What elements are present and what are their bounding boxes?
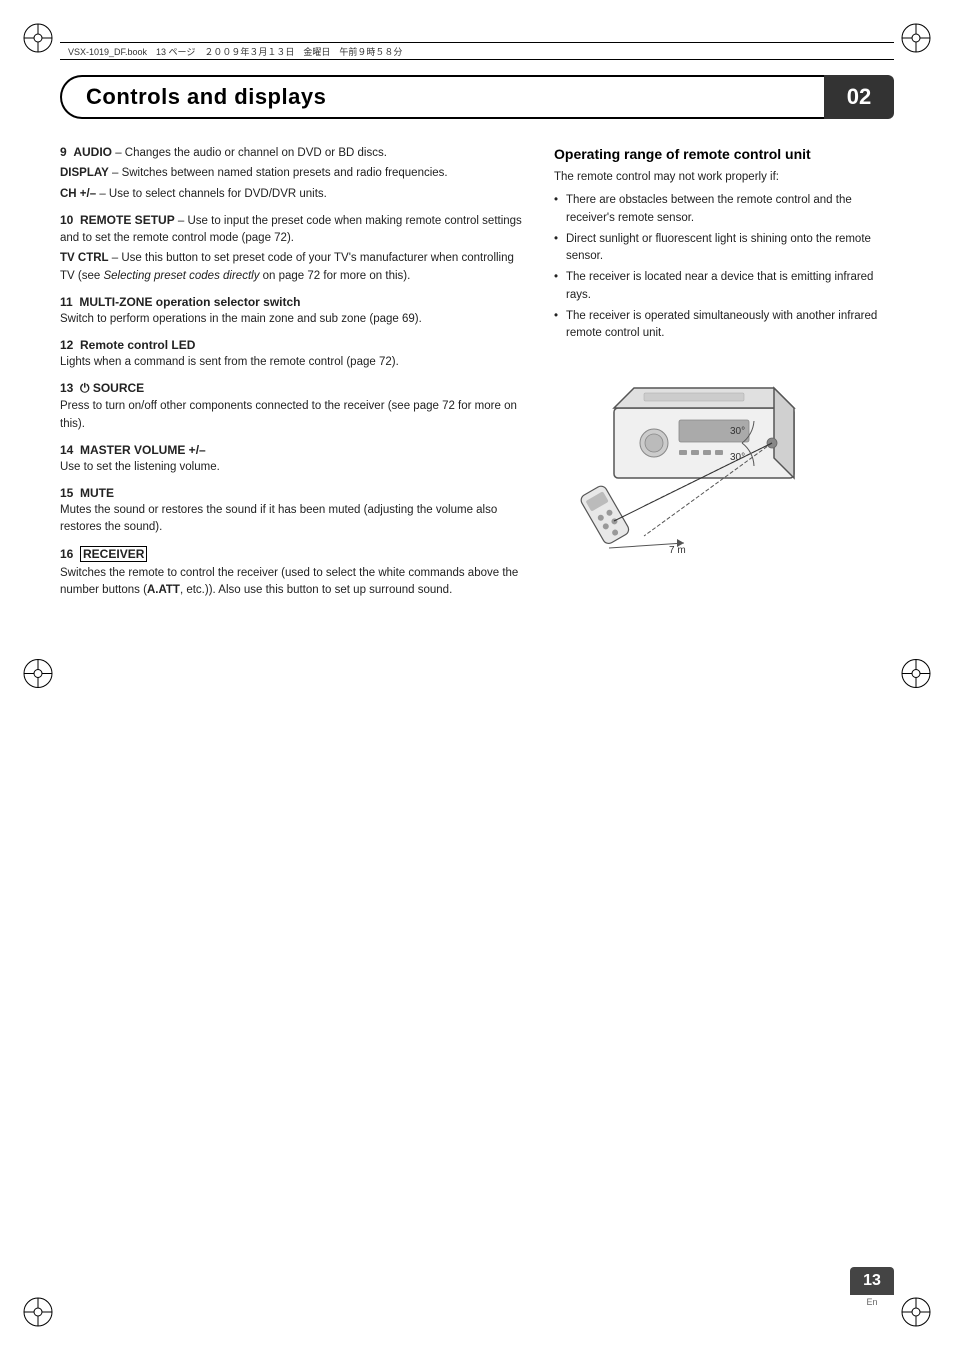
chapter-title: Controls and displays bbox=[86, 84, 326, 110]
item-15-desc: Mutes the sound or restores the sound if… bbox=[60, 502, 530, 537]
item-11-number: 11 bbox=[60, 295, 79, 309]
item-16-label: RECEIVER bbox=[80, 546, 147, 562]
item-10-number: 10 bbox=[60, 213, 80, 227]
item-13-header: 13 ⏻ SOURCE bbox=[60, 381, 530, 396]
item-10-tvctrl-label: TV CTRL bbox=[60, 252, 109, 264]
bullet-1: There are obstacles between the remote c… bbox=[554, 192, 894, 227]
item-16: 16 RECEIVER Switches the remote to contr… bbox=[60, 547, 530, 600]
file-info-bar: VSX-1019_DF.book 13 ページ ２００９年３月１３日 金曜日 午… bbox=[60, 42, 894, 60]
item-11-desc: Switch to perform operations in the main… bbox=[60, 311, 530, 328]
item-13-number: 13 bbox=[60, 381, 80, 395]
item-9-ch: CH +/– – Use to select channels for DVD/… bbox=[60, 186, 530, 203]
chapter-number: 02 bbox=[824, 75, 894, 119]
chapter-header: Controls and displays 02 bbox=[60, 75, 894, 119]
item-16-desc: Switches the remote to control the recei… bbox=[60, 565, 530, 600]
item-11-label: MULTI-ZONE operation selector switch bbox=[79, 295, 300, 309]
left-column: 9 AUDIO – Changes the audio or channel o… bbox=[60, 135, 530, 1250]
item-11: 11 MULTI-ZONE operation selector switch … bbox=[60, 295, 530, 328]
remote-diagram-svg: 30° 30° 7 m bbox=[554, 358, 854, 578]
item-14: 14 MASTER VOLUME +/– Use to set the list… bbox=[60, 443, 530, 476]
item-12-number: 12 bbox=[60, 338, 80, 352]
item-12: 12 Remote control LED Lights when a comm… bbox=[60, 338, 530, 371]
item-10: 10 REMOTE SETUP – Use to input the prese… bbox=[60, 213, 530, 285]
remote-shape bbox=[579, 484, 631, 546]
item-9-header: 9 AUDIO – Changes the audio or channel o… bbox=[60, 145, 530, 162]
item-9-display-label: DISPLAY bbox=[60, 167, 109, 179]
corner-mark-mr bbox=[896, 654, 936, 697]
file-info-text: VSX-1019_DF.book 13 ページ ２００９年３月１３日 金曜日 午… bbox=[68, 45, 402, 58]
item-11-header: 11 MULTI-ZONE operation selector switch bbox=[60, 295, 530, 309]
item-16-bold: A.ATT bbox=[147, 584, 180, 596]
item-14-desc: Use to set the listening volume. bbox=[60, 459, 530, 476]
section-intro: The remote control may not work properly… bbox=[554, 169, 894, 186]
item-15-label: MUTE bbox=[80, 486, 114, 500]
item-9-display: DISPLAY – Switches between named station… bbox=[60, 165, 530, 182]
item-14-label: MASTER VOLUME +/– bbox=[80, 443, 206, 457]
item-9-ch-label: CH +/– bbox=[60, 188, 96, 200]
page-number: 13 bbox=[850, 1267, 894, 1295]
corner-mark-br bbox=[896, 1292, 936, 1332]
item-16-number: 16 bbox=[60, 547, 80, 561]
corner-mark-tr bbox=[896, 18, 936, 58]
bullet-2: Direct sunlight or fluorescent light is … bbox=[554, 231, 894, 266]
corner-mark-tl bbox=[18, 18, 58, 58]
remote-diagram: 30° 30° 7 m bbox=[554, 358, 854, 578]
item-13-desc: Press to turn on/off other components co… bbox=[60, 398, 530, 433]
item-10-label: REMOTE SETUP bbox=[80, 213, 175, 227]
angle-label-2: 30° bbox=[730, 452, 745, 463]
right-column: Operating range of remote control unit T… bbox=[554, 135, 894, 1250]
chapter-title-box: Controls and displays bbox=[60, 75, 824, 119]
bullet-list: There are obstacles between the remote c… bbox=[554, 192, 894, 342]
item-14-number: 14 bbox=[60, 443, 80, 457]
item-9-desc-audio: – Changes the audio or channel on DVD or… bbox=[112, 147, 387, 159]
item-12-desc: Lights when a command is sent from the r… bbox=[60, 354, 530, 371]
item-12-header: 12 Remote control LED bbox=[60, 338, 530, 352]
item-10-header: 10 REMOTE SETUP – Use to input the prese… bbox=[60, 213, 530, 248]
angle-label-1: 30° bbox=[730, 426, 745, 437]
item-16-header: 16 RECEIVER bbox=[60, 547, 530, 561]
item-9-number: 9 bbox=[60, 145, 73, 159]
item-15-header: 15 MUTE bbox=[60, 486, 530, 500]
main-content: 9 AUDIO – Changes the audio or channel o… bbox=[60, 135, 894, 1250]
item-14-header: 14 MASTER VOLUME +/– bbox=[60, 443, 530, 457]
section-heading: Operating range of remote control unit bbox=[554, 145, 894, 163]
bullet-3: The receiver is located near a device th… bbox=[554, 269, 894, 304]
item-10-italic: Selecting preset codes directly bbox=[103, 270, 259, 282]
item-9: 9 AUDIO – Changes the audio or channel o… bbox=[60, 145, 530, 203]
receiver-shape bbox=[614, 388, 794, 478]
item-15-number: 15 bbox=[60, 486, 80, 500]
item-9-label-audio: AUDIO bbox=[73, 145, 112, 159]
item-13: 13 ⏻ SOURCE Press to turn on/off other c… bbox=[60, 381, 530, 433]
item-15: 15 MUTE Mutes the sound or restores the … bbox=[60, 486, 530, 537]
page-lang: En bbox=[850, 1297, 894, 1307]
item-10-tvctrl: TV CTRL – Use this button to set preset … bbox=[60, 250, 530, 285]
item-12-label: Remote control LED bbox=[80, 338, 195, 352]
bullet-4: The receiver is operated simultaneously … bbox=[554, 308, 894, 343]
corner-mark-ml bbox=[18, 654, 58, 697]
corner-mark-bl bbox=[18, 1292, 58, 1332]
item-13-label: ⏻ SOURCE bbox=[80, 381, 144, 395]
